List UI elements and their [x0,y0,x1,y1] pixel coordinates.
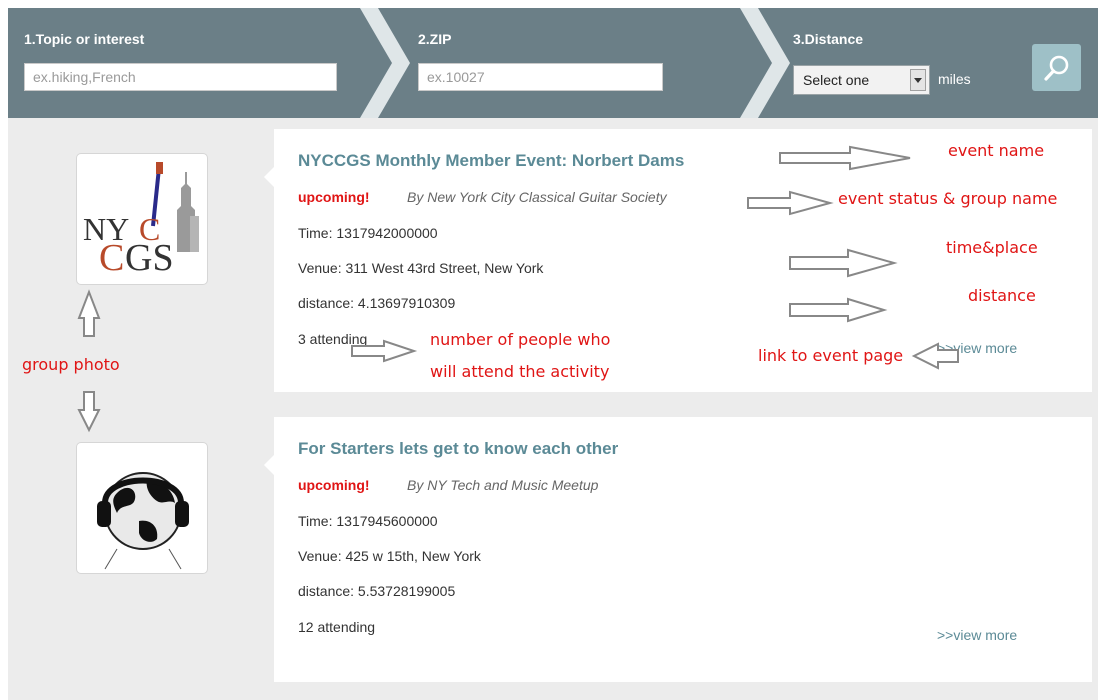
distance-select-value: Select one [803,72,870,88]
annotation-event-name: event name [948,141,1045,160]
zip-input[interactable] [418,63,663,91]
event-card: For Starters lets get to know each other… [264,417,1092,682]
group-name: By New York City Classical Guitar Societ… [407,189,667,205]
globe-headphones-icon [97,472,189,570]
nyccgs-logo: NY C C GS [83,162,199,279]
topic-input[interactable] [24,63,337,91]
svg-text:C: C [99,237,124,279]
event-venue: Venue: 425 w 15th, New York [298,548,481,564]
topic-label: 1.Topic or interest [24,31,145,47]
event-distance: distance: 4.13697910309 [298,295,456,311]
event-card: NYCCGS Monthly Member Event: Norbert Dam… [264,129,1092,392]
group-name: By NY Tech and Music Meetup [407,477,599,493]
view-more-link[interactable]: >>view more [937,340,1017,356]
annotation-status-group: event status & group name [838,189,1058,208]
annotation-attendees-line1: number of people who [430,330,611,349]
step-separator-1 [360,8,410,118]
group-photo-nyccgs[interactable]: NY C C GS [76,153,208,285]
svg-text:GS: GS [125,237,174,279]
search-button[interactable] [1032,44,1081,91]
chevron-down-icon[interactable] [910,69,926,91]
event-attending-count: 3 attending [298,331,368,347]
event-time: Time: 1317945600000 [298,513,438,529]
zip-label: 2.ZIP [418,31,452,47]
event-status-badge: upcoming! [298,189,370,205]
distance-select[interactable]: Select one [793,65,930,95]
event-venue: Venue: 311 West 43rd Street, New York [298,260,544,276]
event-distance: distance: 5.53728199005 [298,583,456,599]
event-name-link[interactable]: NYCCGS Monthly Member Event: Norbert Dam… [298,151,684,171]
event-name-link[interactable]: For Starters lets get to know each other [298,439,618,459]
event-attending-count: 12 attending [298,619,376,635]
distance-unit: miles [938,71,971,87]
annotation-time-place: time&place [946,238,1038,257]
search-bar: 1.Topic or interest 2.ZIP 3.Distance Sel… [8,8,1098,118]
annotation-attendees-line2: will attend the activity [430,362,610,381]
distance-label: 3.Distance [793,31,864,47]
annotation-link: link to event page [758,346,904,365]
annotation-group-photo: group photo [22,355,120,374]
group-photo-tech-music[interactable] [76,442,208,574]
annotation-distance: distance [968,286,1036,305]
event-status-badge: upcoming! [298,477,370,493]
step-separator-2 [740,8,790,118]
view-more-link[interactable]: >>view more [937,627,1017,643]
search-icon [1043,55,1068,81]
event-time: Time: 1317942000000 [298,225,438,241]
